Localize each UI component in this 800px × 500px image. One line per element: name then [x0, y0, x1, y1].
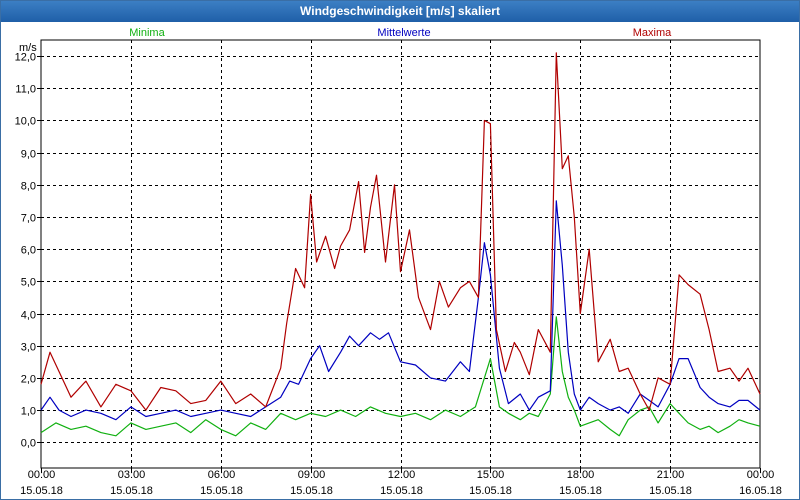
y-tick-label: 6,0	[21, 245, 36, 257]
series-line-maxima	[40, 52, 761, 411]
x-tick-date-label: 15.05.18	[559, 485, 602, 497]
grid-layer	[37, 40, 761, 472]
chart-window: Windgeschwindigkeit [m/s] skaliert 0,0 1,…	[0, 0, 800, 500]
wind-speed-chart: 0,0 1,0 2,0 3,0 4,0 5,0 6,0 7,0 8,0 9,0 10,0 11,0 12…	[15, 27, 782, 497]
x-tick-date-label: 15.05.18	[110, 485, 153, 497]
x-tick-time-label: 00:00	[747, 469, 775, 481]
x-tick-labels: 00:00 15.05.18 03:00 15.05.18 06:00 15.05.18 0…	[20, 469, 782, 497]
x-tick-time-label: 18:00	[567, 469, 595, 481]
legend: Minima Mittelwerte Maxima	[129, 27, 672, 39]
legend-entry-mittelwerte: Mittelwerte	[377, 27, 430, 39]
x-tick-time-label: 06:00	[208, 469, 236, 481]
y-tick-label: 2,0	[21, 374, 36, 386]
y-tick-label: 0,0	[21, 438, 36, 450]
series-line-minima	[40, 316, 761, 437]
x-tick-date-label: 15.05.18	[380, 485, 423, 497]
x-tick-time-label: 21:00	[657, 469, 685, 481]
x-tick-date-label: 15.05.18	[469, 485, 512, 497]
x-tick-time-label: 00:00	[28, 469, 56, 481]
y-tick-label: 11,0	[15, 84, 36, 96]
x-tick-time-label: 09:00	[298, 469, 326, 481]
x-tick-date-label: 15.05.18	[200, 485, 243, 497]
y-tick-label: 8,0	[21, 181, 36, 193]
legend-entry-minima: Minima	[129, 27, 165, 39]
legend-entry-maxima: Maxima	[633, 27, 672, 39]
y-tick-label: 1,0	[21, 406, 36, 418]
y-tick-label: 7,0	[21, 213, 36, 225]
x-tick-time-label: 12:00	[388, 469, 416, 481]
y-axis-label: m/s	[19, 42, 37, 54]
window-title: Windgeschwindigkeit [m/s] skaliert	[1, 1, 799, 22]
series-line-mittelwerte	[40, 200, 761, 421]
plot-area-frame	[40, 39, 761, 469]
y-tick-labels: 0,01,02,03,04,05,06,07,08,09,010,011,012…	[15, 52, 36, 450]
y-tick-label: 10,0	[15, 116, 36, 128]
x-tick-date-label: 15.05.18	[290, 485, 333, 497]
x-tick-date-label: 15.05.18	[649, 485, 692, 497]
x-tick-time-label: 03:00	[118, 469, 146, 481]
x-tick-date-label: 16.05.18	[739, 485, 782, 497]
series-layer	[40, 52, 761, 437]
y-tick-label: 4,0	[21, 310, 36, 322]
y-tick-label: 3,0	[21, 342, 36, 354]
x-tick-time-label: 15:00	[477, 469, 505, 481]
x-tick-date-label: 15.05.18	[20, 485, 63, 497]
y-tick-label: 9,0	[21, 149, 36, 161]
y-tick-label: 5,0	[21, 277, 36, 289]
